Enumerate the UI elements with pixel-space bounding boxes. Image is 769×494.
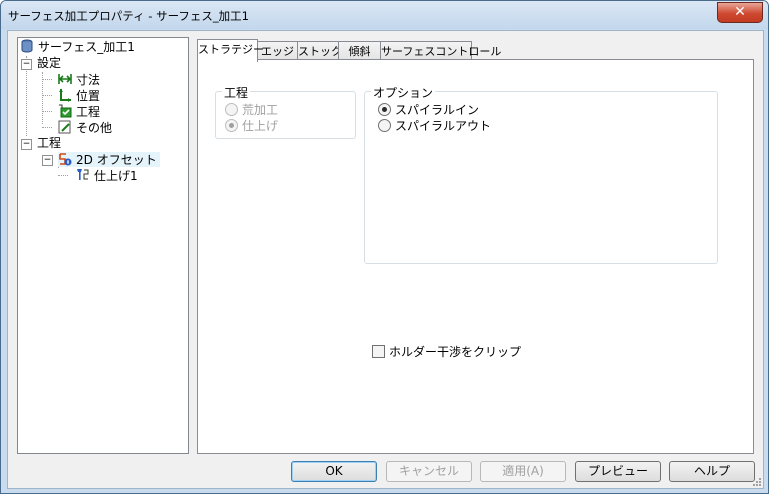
process-group: 工程 荒加工 仕上げ bbox=[215, 84, 356, 139]
tree-item-process-setting[interactable]: 工程 bbox=[58, 104, 100, 119]
clip-holder-label: ホルダー干渉をクリップ bbox=[389, 345, 522, 359]
preview-button[interactable]: プレビュー bbox=[575, 461, 661, 482]
edit-note-icon bbox=[58, 120, 72, 134]
resize-grip-icon[interactable] bbox=[751, 476, 761, 486]
tree-item-settings[interactable]: 設定 bbox=[37, 56, 61, 71]
spiral-in-label: スパイラルイン bbox=[395, 103, 480, 117]
help-button[interactable]: ヘルプ bbox=[669, 461, 755, 482]
tree-dimensions-label: 寸法 bbox=[76, 73, 101, 87]
tree-line bbox=[42, 111, 52, 112]
dimension-arrows-icon bbox=[58, 72, 72, 86]
tree-item-2d-offset[interactable]: 2D オフセット bbox=[58, 152, 160, 167]
radio-indicator bbox=[225, 103, 238, 116]
tree-finish1-label: 仕上げ1 bbox=[94, 169, 138, 183]
rough-radio[interactable]: 荒加工 bbox=[225, 103, 278, 117]
tab-surface-control[interactable]: サーフェスコントロール bbox=[380, 41, 501, 61]
tree-process-setting-label: 工程 bbox=[76, 105, 101, 119]
tree-root-label: サーフェス_加工1 bbox=[38, 40, 135, 54]
tree-item-finish1[interactable]: 仕上げ1 bbox=[76, 168, 138, 183]
radio-indicator bbox=[378, 103, 391, 116]
close-button[interactable]: ✕ bbox=[717, 2, 763, 23]
position-axes-icon bbox=[58, 88, 72, 102]
cancel-button[interactable]: キャンセル bbox=[386, 461, 472, 482]
tree-item-position[interactable]: 位置 bbox=[58, 88, 100, 103]
finish-radio-label: 仕上げ bbox=[242, 119, 279, 133]
finish-tool-icon bbox=[76, 168, 90, 182]
collapse-icon[interactable]: − bbox=[21, 139, 32, 150]
radio-indicator bbox=[225, 119, 238, 132]
tab-slope[interactable]: 傾斜 bbox=[338, 41, 381, 61]
tab-strategy[interactable]: ストラテジー bbox=[197, 39, 264, 62]
apply-button[interactable]: 適用(A) bbox=[480, 461, 566, 482]
option-group-title: オプション bbox=[371, 84, 436, 101]
window-title: サーフェス加工プロパティ - サーフェス_加工1 bbox=[8, 9, 249, 23]
database-icon bbox=[20, 39, 34, 53]
collapse-icon[interactable]: − bbox=[42, 155, 53, 166]
tree-line bbox=[42, 127, 52, 128]
process-group-title: 工程 bbox=[222, 84, 251, 101]
spiral-out-label: スパイラルアウト bbox=[395, 119, 492, 133]
spiral-out-radio[interactable]: スパイラルアウト bbox=[378, 119, 491, 133]
tree-line bbox=[42, 79, 52, 80]
tree-position-label: 位置 bbox=[76, 89, 101, 103]
strategy-panel: 工程 荒加工 仕上げ オプション スパイラルイン スパイラルアウト ホルダー干渉… bbox=[197, 59, 754, 454]
rough-radio-label: 荒加工 bbox=[242, 103, 279, 117]
finish-radio[interactable]: 仕上げ bbox=[225, 119, 278, 133]
tree-other-label: その他 bbox=[76, 121, 113, 135]
ok-button[interactable]: OK bbox=[291, 461, 377, 482]
tree-line bbox=[58, 175, 68, 176]
radio-indicator bbox=[378, 119, 391, 132]
tree-line bbox=[42, 95, 52, 96]
tree-item-root[interactable]: サーフェス_加工1 bbox=[20, 39, 135, 54]
close-icon: ✕ bbox=[734, 4, 746, 20]
collapse-icon[interactable]: − bbox=[21, 59, 32, 70]
spiral-in-radio[interactable]: スパイラルイン bbox=[378, 103, 479, 117]
tab-stock[interactable]: ストック bbox=[297, 41, 342, 61]
tree-item-process[interactable]: 工程 bbox=[37, 136, 61, 151]
checkbox-indicator bbox=[372, 345, 385, 358]
tree-item-other[interactable]: その他 bbox=[58, 120, 112, 135]
tree-process-label: 工程 bbox=[37, 136, 62, 150]
offset-operation-icon bbox=[58, 152, 72, 166]
clip-holder-checkbox[interactable]: ホルダー干渉をクリップ bbox=[372, 345, 521, 359]
dialog-client: サーフェス_加工1 − 設定 寸法 位置 工程 その他 − 工程 − 2D オフ… bbox=[7, 30, 764, 489]
dialog-window: サーフェス加工プロパティ - サーフェス_加工1 ✕ サーフェス_加工1 − 設… bbox=[0, 0, 769, 494]
tree-settings-label: 設定 bbox=[37, 56, 62, 70]
process-check-icon bbox=[58, 104, 72, 118]
option-group: オプション スパイラルイン スパイラルアウト bbox=[364, 84, 718, 264]
tree-2d-offset-label: 2D オフセット bbox=[76, 153, 157, 167]
operation-tree[interactable]: サーフェス_加工1 − 設定 寸法 位置 工程 その他 − 工程 − 2D オフ… bbox=[17, 37, 189, 454]
title-bar[interactable]: サーフェス加工プロパティ - サーフェス_加工1 ✕ bbox=[1, 1, 768, 29]
tree-item-dimensions[interactable]: 寸法 bbox=[58, 72, 100, 87]
